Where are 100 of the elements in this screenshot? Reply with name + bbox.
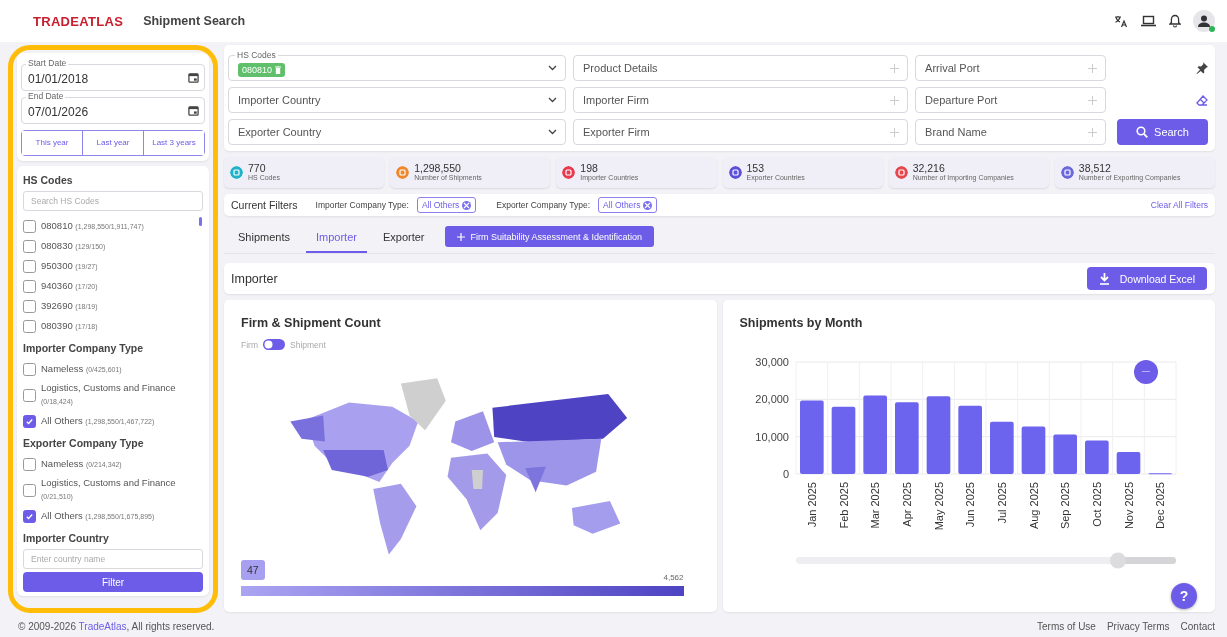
clear-filters-link[interactable]: Clear All Filters bbox=[1150, 200, 1208, 210]
bell-icon[interactable] bbox=[1169, 14, 1181, 28]
checkbox[interactable] bbox=[23, 362, 36, 376]
bar[interactable] bbox=[894, 402, 919, 474]
bar[interactable] bbox=[1084, 440, 1109, 474]
toggle-switch[interactable] bbox=[263, 339, 285, 350]
section-title: HS Codes bbox=[23, 174, 74, 186]
caret-icon[interactable] bbox=[548, 129, 558, 135]
section-title: Importer Country bbox=[23, 532, 110, 544]
text-field[interactable]: Departure Port bbox=[915, 87, 1106, 113]
logo-text[interactable]: TRADEATLAS bbox=[33, 13, 124, 29]
laptop-icon[interactable] bbox=[1141, 15, 1156, 27]
y-tick-label: 30,000 bbox=[754, 356, 789, 368]
checkbox[interactable] bbox=[23, 483, 36, 497]
checkbox[interactable] bbox=[23, 259, 36, 273]
dropdown-field[interactable]: Exporter Country bbox=[228, 119, 567, 145]
trash-icon[interactable] bbox=[275, 66, 282, 74]
calendar-icon[interactable] bbox=[188, 72, 199, 83]
remove-icon[interactable] bbox=[462, 200, 472, 210]
field-label: Start Date bbox=[26, 59, 69, 68]
text-field[interactable]: Arrival Port bbox=[915, 55, 1106, 81]
caret-icon[interactable] bbox=[548, 65, 558, 71]
x-tick-label: Jan 2025 bbox=[805, 482, 818, 528]
brand-link[interactable]: TradeAtlas bbox=[78, 620, 127, 632]
country-search-field[interactable]: Enter country name bbox=[23, 549, 203, 569]
stat-icon bbox=[396, 166, 410, 179]
chart-menu-button[interactable] bbox=[1134, 360, 1158, 384]
bar[interactable] bbox=[1021, 426, 1045, 474]
checkbox[interactable] bbox=[23, 299, 36, 313]
minus-icon bbox=[1142, 371, 1150, 373]
tab[interactable]: Importer bbox=[306, 226, 367, 253]
caret-icon[interactable] bbox=[548, 97, 558, 103]
text-field[interactable]: Product Details bbox=[573, 55, 909, 81]
range-slider[interactable] bbox=[795, 552, 1176, 569]
bar[interactable] bbox=[1116, 451, 1140, 474]
copyright-text: © 2009-2026 TradeAtlas, All rights reserved. bbox=[18, 620, 215, 632]
bar[interactable] bbox=[862, 395, 887, 474]
date-preset-button[interactable]: This year bbox=[22, 131, 83, 155]
x-tick-label: Nov 2025 bbox=[1122, 482, 1134, 530]
stat-icon bbox=[728, 166, 742, 179]
filter-label: Exporter Company Type: bbox=[496, 200, 591, 210]
toggle-label: Firm bbox=[241, 339, 258, 350]
bar[interactable] bbox=[799, 400, 824, 474]
filter-label: Importer Company Type: bbox=[315, 200, 409, 210]
checkbox[interactable] bbox=[23, 457, 36, 471]
footer-link[interactable]: Contact bbox=[1180, 620, 1215, 632]
x-tick-label: Jun 2025 bbox=[963, 482, 976, 528]
scrollbar-thumb[interactable] bbox=[199, 217, 202, 226]
dropdown-field[interactable]: Importer Country bbox=[228, 87, 567, 113]
user-avatar-icon[interactable] bbox=[1193, 10, 1215, 32]
filter-chip[interactable]: All Others bbox=[598, 197, 658, 213]
tab[interactable]: Shipments bbox=[228, 226, 300, 253]
search-field[interactable]: Search HS Codes bbox=[23, 191, 203, 211]
bar[interactable] bbox=[1052, 434, 1077, 474]
x-tick-label: Dec 2025 bbox=[1153, 482, 1166, 530]
checkbox[interactable] bbox=[23, 319, 36, 333]
stat-icon bbox=[894, 166, 908, 179]
checkbox[interactable] bbox=[23, 279, 36, 293]
section-title: Importer bbox=[231, 271, 278, 286]
search-button[interactable]: Search bbox=[1117, 119, 1208, 145]
bar[interactable] bbox=[831, 406, 855, 474]
filter-chip[interactable]: All Others bbox=[416, 197, 477, 213]
field-label: End Date bbox=[26, 92, 66, 101]
text-field[interactable]: Brand Name bbox=[915, 119, 1106, 145]
footer-link[interactable]: Privacy Terms bbox=[1106, 620, 1170, 632]
search-icon bbox=[1136, 126, 1149, 138]
scale-min-label: 47 bbox=[241, 560, 265, 580]
remove-icon[interactable] bbox=[643, 200, 653, 210]
eraser-icon[interactable] bbox=[1196, 94, 1208, 106]
stat-icon bbox=[562, 166, 576, 179]
scale-max-label: 4,562 bbox=[663, 573, 684, 582]
text-field[interactable]: Exporter Firm bbox=[573, 119, 909, 145]
checkbox[interactable] bbox=[23, 219, 36, 233]
y-tick-label: 0 bbox=[782, 468, 789, 480]
y-tick-label: 20,000 bbox=[754, 393, 789, 406]
panel-title: Shipments by Month bbox=[739, 316, 864, 330]
bar[interactable] bbox=[957, 405, 982, 474]
toggle-label: Shipment bbox=[290, 339, 326, 350]
page-title: Shipment Search bbox=[143, 14, 246, 28]
pin-icon[interactable] bbox=[1196, 62, 1208, 74]
download-button[interactable]: Download Excel bbox=[1086, 267, 1207, 290]
filter-button[interactable]: Filter bbox=[23, 572, 203, 592]
tab[interactable]: Exporter bbox=[372, 226, 435, 253]
stat-icon bbox=[230, 166, 243, 179]
translate-icon[interactable] bbox=[1114, 14, 1128, 28]
section-title: Importer Company Type bbox=[23, 342, 144, 354]
x-tick-label: Mar 2025 bbox=[868, 482, 881, 529]
bar[interactable] bbox=[926, 396, 950, 474]
assessment-button[interactable]: Firm Suitability Assessment & Identification bbox=[444, 226, 655, 247]
text-field[interactable]: Importer Firm bbox=[573, 87, 909, 113]
x-tick-label: Oct 2025 bbox=[1090, 482, 1103, 527]
y-tick-label: 10,000 bbox=[754, 430, 789, 443]
bar[interactable] bbox=[989, 421, 1014, 474]
checkbox[interactable] bbox=[23, 388, 36, 402]
help-button[interactable]: ? bbox=[1171, 583, 1197, 609]
calendar-icon[interactable] bbox=[188, 105, 199, 116]
panel-title: Firm & Shipment Count bbox=[241, 316, 382, 330]
plus-icon bbox=[456, 232, 465, 241]
checkbox[interactable] bbox=[23, 239, 36, 253]
footer-link[interactable]: Terms of Use bbox=[1037, 620, 1096, 632]
